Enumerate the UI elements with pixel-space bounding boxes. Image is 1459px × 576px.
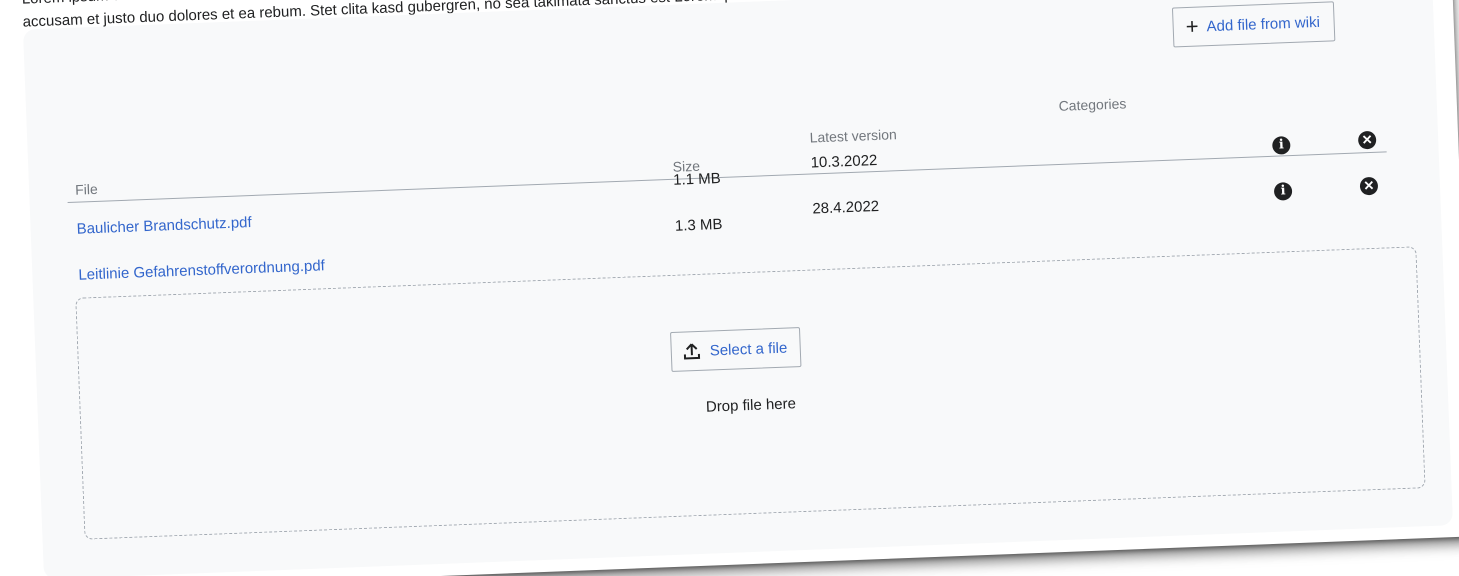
page-sheet: Lorem ipsum dolor sit amet, consetetur s… [0, 0, 1459, 576]
select-file-button[interactable]: Select a file [670, 327, 802, 372]
upload-icon [683, 343, 701, 360]
file-latest-version: 28.4.2022 [812, 197, 880, 218]
add-file-from-wiki-button[interactable]: + Add file from wiki [1171, 1, 1336, 48]
file-link[interactable]: Baulicher Brandschutz.pdf [76, 214, 252, 238]
select-file-label: Select a file [709, 339, 788, 360]
drop-file-label: Drop file here [705, 395, 797, 416]
column-header-latest-version: Latest version [809, 126, 898, 146]
file-size: 1.1 MB [672, 169, 722, 189]
file-dropzone[interactable]: Select a file Drop file here [75, 246, 1426, 540]
file-latest-version: 10.3.2022 [810, 151, 878, 172]
add-file-label: Add file from wiki [1206, 13, 1321, 35]
screenshot-stage: Lorem ipsum dolor sit amet, consetetur s… [0, 0, 1459, 576]
file-size: 1.3 MB [674, 215, 723, 235]
plus-icon: + [1185, 13, 1200, 39]
column-header-file: File [74, 180, 98, 198]
column-header-categories: Categories [1058, 95, 1127, 114]
file-link[interactable]: Leitlinie Gefahrenstoffverordnung.pdf [78, 257, 325, 283]
files-panel: + Add file from wiki File Size Latest ve… [22, 0, 1454, 576]
